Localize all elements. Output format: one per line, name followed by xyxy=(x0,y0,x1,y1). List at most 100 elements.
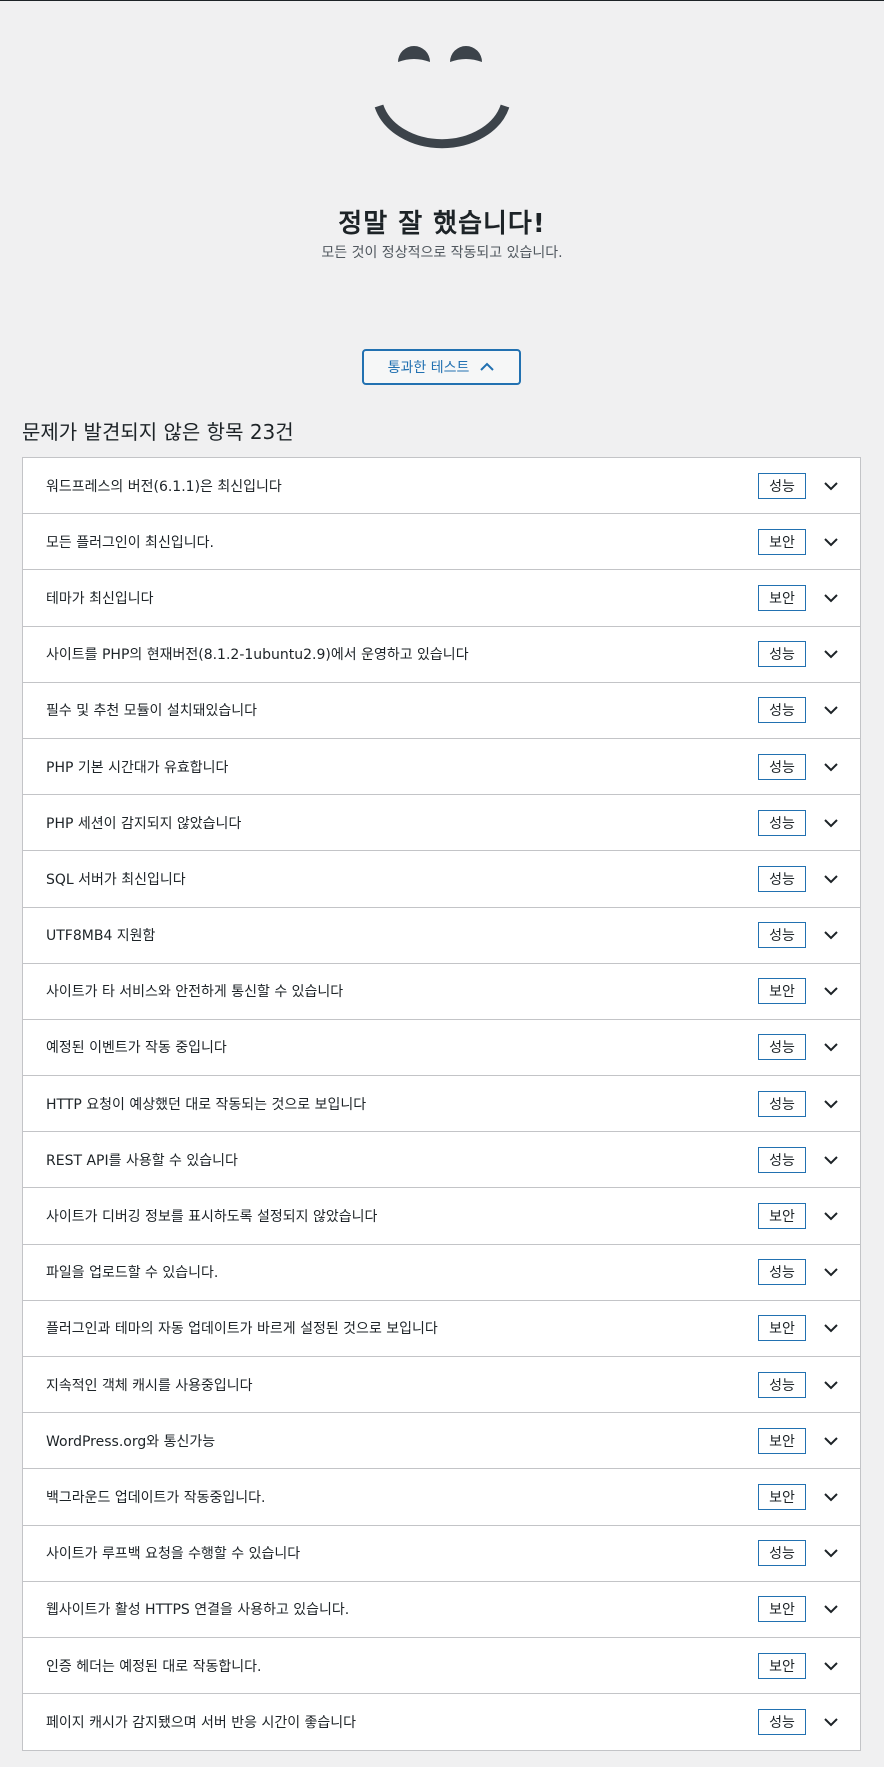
list-item-label: UTF8MB4 지원함 xyxy=(46,928,156,945)
chevron-down-icon[interactable] xyxy=(820,1317,842,1339)
list-item[interactable]: WordPress.org와 통신가능 보안 xyxy=(23,1413,860,1470)
list-item[interactable]: 사이트가 디버깅 정보를 표시하도록 설정되지 않았습니다 보안 xyxy=(23,1188,860,1245)
category-badge: 보안 xyxy=(758,1427,806,1454)
hero-subtitle: 모든 것이 정상적으로 작동되고 있습니다. xyxy=(321,245,563,261)
list-item-label: HTTP 요청이 예상했던 대로 작동되는 것으로 보입니다 xyxy=(46,1096,367,1113)
list-item-label: PHP 기본 시간대가 유효합니다 xyxy=(46,759,229,776)
list-item-label: WordPress.org와 통신가능 xyxy=(46,1433,216,1450)
chevron-down-icon[interactable] xyxy=(820,1542,842,1564)
category-badge: 보안 xyxy=(758,1652,806,1679)
list-item-label: 모든 플러그인이 최신입니다. xyxy=(46,534,214,551)
list-item-label: 워드프레스의 버전(6.1.1)은 최신입니다 xyxy=(46,478,282,495)
list-item[interactable]: 필수 및 추천 모듈이 설치돼있습니다 성능 xyxy=(23,683,860,739)
list-item[interactable]: 모든 플러그인이 최신입니다. 보안 xyxy=(23,514,860,571)
list-item[interactable]: 플러그인과 테마의 자동 업데이트가 바르게 설정된 것으로 보입니다 보안 xyxy=(23,1301,860,1357)
category-badge: 보안 xyxy=(758,528,806,555)
category-badge: 보안 xyxy=(758,1596,806,1623)
list-item-label: 사이트를 PHP의 현재버전(8.1.2-1ubuntu2.9)에서 운영하고 … xyxy=(46,647,469,664)
list-item[interactable]: HTTP 요청이 예상했던 대로 작동되는 것으로 보입니다 성능 xyxy=(23,1076,860,1133)
chevron-down-icon[interactable] xyxy=(820,1093,842,1115)
list-item[interactable]: 파일을 업로드할 수 있습니다. 성능 xyxy=(23,1245,860,1301)
category-badge: 성능 xyxy=(758,1709,806,1736)
chevron-down-icon[interactable] xyxy=(820,1036,842,1058)
list-item-label: REST API를 사용할 수 있습니다 xyxy=(46,1152,238,1169)
category-badge: 성능 xyxy=(758,1540,806,1567)
list-item[interactable]: 사이트가 타 서비스와 안전하게 통신할 수 있습니다 보안 xyxy=(23,964,860,1020)
list-item[interactable]: 사이트를 PHP의 현재버전(8.1.2-1ubuntu2.9)에서 운영하고 … xyxy=(23,627,860,683)
category-badge: 성능 xyxy=(758,641,806,668)
list-item[interactable]: 인증 헤더는 예정된 대로 작동합니다. 보안 xyxy=(23,1638,860,1695)
category-badge: 성능 xyxy=(758,1034,806,1061)
list-item[interactable]: REST API를 사용할 수 있습니다 성능 xyxy=(23,1132,860,1189)
list-item-label: 필수 및 추천 모듈이 설치돼있습니다 xyxy=(46,703,257,720)
category-badge: 성능 xyxy=(758,922,806,949)
category-badge: 성능 xyxy=(758,753,806,780)
chevron-down-icon[interactable] xyxy=(820,1261,842,1283)
chevron-down-icon[interactable] xyxy=(820,643,842,665)
chevron-down-icon[interactable] xyxy=(820,1205,842,1227)
list-item-label: 인증 헤더는 예정된 대로 작동합니다. xyxy=(46,1658,262,1675)
list-item[interactable]: 지속적인 객체 캐시를 사용중입니다 성능 xyxy=(23,1357,860,1414)
category-badge: 성능 xyxy=(758,1146,806,1173)
chevron-down-icon[interactable] xyxy=(820,868,842,890)
list-item-label: 사이트가 타 서비스와 안전하게 통신할 수 있습니다 xyxy=(46,984,344,1001)
list-item[interactable]: UTF8MB4 지원함 성능 xyxy=(23,908,860,964)
category-badge: 보안 xyxy=(758,1203,806,1230)
chevron-down-icon[interactable] xyxy=(820,756,842,778)
list-item[interactable]: 테마가 최신입니다 보안 xyxy=(23,570,860,627)
list-item[interactable]: PHP 기본 시간대가 유효합니다 성능 xyxy=(23,739,860,796)
chevron-down-icon[interactable] xyxy=(820,699,842,721)
category-badge: 보안 xyxy=(758,584,806,611)
category-badge: 보안 xyxy=(758,978,806,1005)
list-item[interactable]: 예정된 이벤트가 작동 중입니다 성능 xyxy=(23,1020,860,1077)
chevron-down-icon[interactable] xyxy=(820,924,842,946)
category-badge: 보안 xyxy=(758,1315,806,1342)
category-badge: 성능 xyxy=(758,697,806,724)
list-item-label: 파일을 업로드할 수 있습니다. xyxy=(46,1265,219,1282)
chevron-up-icon xyxy=(480,362,495,371)
category-badge: 성능 xyxy=(758,809,806,836)
passed-section-heading: 문제가 발견되지 않은 항목 23건 xyxy=(22,420,294,444)
passed-tests-toggle-button[interactable]: 통과한 테스트 xyxy=(362,349,521,385)
list-item[interactable]: PHP 세션이 감지되지 않았습니다 성능 xyxy=(23,795,860,852)
list-item-label: 페이지 캐시가 감지됐으며 서버 반응 시간이 좋습니다 xyxy=(46,1715,357,1732)
hero-title: 정말 잘 했습니다! xyxy=(338,209,546,239)
category-badge: 보안 xyxy=(758,1483,806,1510)
passed-tests-list: 워드프레스의 버전(6.1.1)은 최신입니다 성능 모든 플러그인이 최신입니다.… xyxy=(22,457,861,1752)
list-item-label: 사이트가 루프백 요청을 수행할 수 있습니다 xyxy=(46,1546,301,1563)
chevron-down-icon[interactable] xyxy=(820,1711,842,1733)
chevron-down-icon[interactable] xyxy=(820,587,842,609)
list-item[interactable]: 페이지 캐시가 감지됐으며 서버 반응 시간이 좋습니다 성능 xyxy=(23,1694,860,1750)
passed-tests-toggle-label: 통과한 테스트 xyxy=(387,360,470,376)
list-item-label: SQL 서버가 최신입니다 xyxy=(46,871,186,888)
chevron-down-icon[interactable] xyxy=(820,1374,842,1396)
category-badge: 성능 xyxy=(758,1371,806,1398)
list-item[interactable]: 백그라운드 업데이트가 작동중입니다. 보안 xyxy=(23,1469,860,1526)
list-item-label: 예정된 이벤트가 작동 중입니다 xyxy=(46,1040,227,1057)
chevron-down-icon[interactable] xyxy=(820,531,842,553)
smiley-icon xyxy=(374,46,510,149)
list-item-label: 지속적인 객체 캐시를 사용중입니다 xyxy=(46,1377,253,1394)
list-item[interactable]: 워드프레스의 버전(6.1.1)은 최신입니다 성능 xyxy=(23,458,860,515)
chevron-down-icon[interactable] xyxy=(820,1655,842,1677)
chevron-down-icon[interactable] xyxy=(820,980,842,1002)
chevron-down-icon[interactable] xyxy=(820,1430,842,1452)
list-item-label: 테마가 최신입니다 xyxy=(46,590,154,607)
list-item[interactable]: SQL 서버가 최신입니다 성능 xyxy=(23,851,860,908)
list-item[interactable]: 웹사이트가 활성 HTTPS 연결을 사용하고 있습니다. 보안 xyxy=(23,1582,860,1638)
list-item-label: 백그라운드 업데이트가 작동중입니다. xyxy=(46,1489,266,1506)
chevron-down-icon[interactable] xyxy=(820,1149,842,1171)
category-badge: 성능 xyxy=(758,472,806,499)
chevron-down-icon[interactable] xyxy=(820,475,842,497)
chevron-down-icon[interactable] xyxy=(820,1486,842,1508)
list-item-label: 사이트가 디버깅 정보를 표시하도록 설정되지 않았습니다 xyxy=(46,1209,378,1226)
hero: 정말 잘 했습니다! 모든 것이 정상적으로 작동되고 있습니다. xyxy=(0,1,884,331)
chevron-down-icon[interactable] xyxy=(820,812,842,834)
list-item-label: 플러그인과 테마의 자동 업데이트가 바르게 설정된 것으로 보입니다 xyxy=(46,1321,438,1338)
list-item[interactable]: 사이트가 루프백 요청을 수행할 수 있습니다 성능 xyxy=(23,1526,860,1582)
category-badge: 성능 xyxy=(758,865,806,892)
category-badge: 성능 xyxy=(758,1259,806,1286)
chevron-down-icon[interactable] xyxy=(820,1598,842,1620)
list-item-label: PHP 세션이 감지되지 않았습니다 xyxy=(46,815,242,832)
category-badge: 성능 xyxy=(758,1090,806,1117)
